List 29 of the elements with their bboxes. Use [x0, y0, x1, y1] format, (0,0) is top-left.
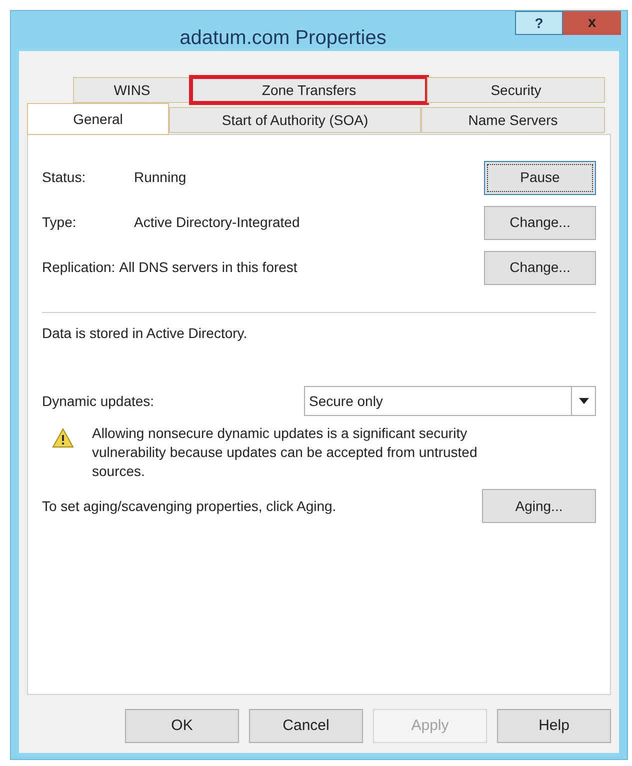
property-value: Active Directory-Integrated [134, 213, 301, 232]
tab[interactable]: General [27, 103, 169, 135]
property-label: Type: [42, 213, 78, 232]
storage-note: Data is stored in Active Directory. [42, 324, 248, 343]
property-value: Running [134, 168, 188, 187]
dialog-button[interactable]: Help [497, 709, 611, 743]
property-button[interactable]: Pause [484, 160, 596, 194]
property-value: All DNS servers in this forest [119, 258, 298, 277]
dropdown-arrow-icon [578, 398, 588, 404]
tab[interactable]: Security [427, 77, 605, 103]
tab[interactable]: Zone Transfers [191, 77, 427, 103]
property-label: Status: [42, 168, 87, 187]
property-button[interactable]: Change... [484, 250, 596, 284]
aging-text: To set aging/scavenging properties, click Aging. [42, 496, 336, 516]
aging-button[interactable]: Aging... [482, 489, 596, 523]
tab[interactable]: WINS [73, 77, 191, 103]
dynamic-updates-dropdown[interactable]: Secure only [304, 386, 596, 416]
property-button[interactable]: Change... [484, 206, 596, 240]
dynamic-updates-label: Dynamic updates: [42, 392, 156, 411]
warning-icon [52, 428, 74, 448]
warning-text: Allowing nonsecure dynamic updates is a significant security vulnerability because updates can be accepted from untrusted sources. [92, 424, 478, 481]
property-label: Replication: [42, 258, 116, 277]
help-button[interactable]: ? [515, 11, 563, 35]
window-title: adatum.com Properties [178, 26, 388, 51]
close-button[interactable]: x [563, 11, 621, 35]
dialog-button[interactable]: Cancel [249, 709, 363, 743]
tab[interactable]: Start of Authority (SOA) [169, 107, 421, 133]
tab[interactable]: Name Servers [421, 107, 605, 133]
dialog-button[interactable]: OK [125, 709, 239, 743]
